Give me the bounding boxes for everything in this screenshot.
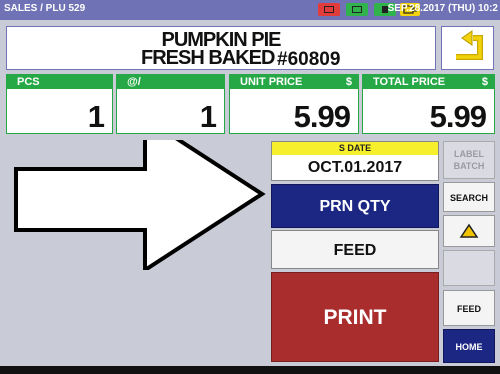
datetime-display: SEP.28.2017 (THU) 10:2 bbox=[387, 3, 498, 14]
sell-date-value: OCT.01.2017 bbox=[307, 159, 403, 176]
label-batch-line2: BATCH bbox=[453, 161, 485, 171]
total-price-value: 5.99 bbox=[429, 99, 487, 134]
unit-price-currency: $ bbox=[345, 76, 352, 88]
unit-price-header: UNIT PRICE $ bbox=[230, 75, 358, 89]
mode-label: SALES / PLU 529 bbox=[4, 3, 86, 14]
at-value: 1 bbox=[199, 99, 217, 134]
prn-qty-button[interactable]: PRN QTY bbox=[271, 184, 439, 228]
unit-price-value: 5.99 bbox=[293, 99, 351, 134]
bottom-bezel bbox=[0, 366, 500, 374]
print-button[interactable]: PRINT bbox=[271, 272, 439, 362]
label-batch-button[interactable]: LABEL BATCH bbox=[443, 141, 495, 179]
pcs-field-header: PCS bbox=[7, 75, 112, 89]
at-label: @/ bbox=[127, 76, 141, 88]
left-panel bbox=[6, 114, 268, 366]
blank-key[interactable] bbox=[443, 250, 495, 286]
total-price-currency: $ bbox=[481, 76, 488, 88]
home-button[interactable]: HOME bbox=[443, 329, 495, 363]
return-arrow-icon bbox=[456, 30, 483, 60]
search-button[interactable]: SEARCH bbox=[443, 182, 495, 212]
feed-side-button[interactable]: FEED bbox=[443, 290, 495, 326]
total-price-field: TOTAL PRICE $ 5.99 bbox=[362, 74, 495, 134]
item-name-line2: FRESH BAKED bbox=[141, 47, 275, 69]
status-bar: SALES / PLU 529 SEP.28.2017 (THU) 10:2 bbox=[0, 0, 500, 20]
up-triangle-icon bbox=[459, 223, 479, 238]
item-plu-number: #60809 bbox=[277, 49, 341, 70]
back-button[interactable] bbox=[441, 26, 494, 70]
green-status-indicator bbox=[346, 3, 368, 16]
unit-price-label: UNIT PRICE bbox=[240, 76, 303, 88]
unit-price-field[interactable]: UNIT PRICE $ 5.99 bbox=[229, 74, 359, 134]
label-batch-line1: LABEL bbox=[454, 149, 484, 159]
up-button[interactable] bbox=[443, 215, 495, 247]
at-field-header: @/ bbox=[117, 75, 224, 89]
scale-screen: SALES / PLU 529 SEP.28.2017 (THU) 10:2 P… bbox=[0, 0, 500, 374]
feed-button[interactable]: FEED bbox=[271, 230, 439, 269]
total-price-label: TOTAL PRICE bbox=[373, 76, 446, 88]
sell-date-label: S DATE bbox=[272, 142, 438, 155]
at-field[interactable]: @/ 1 bbox=[116, 74, 225, 134]
pcs-value: 1 bbox=[87, 99, 105, 134]
right-arrow-callout-icon bbox=[14, 114, 266, 274]
pcs-label: PCS bbox=[17, 76, 40, 88]
total-price-header: TOTAL PRICE $ bbox=[363, 75, 494, 89]
red-status-indicator bbox=[318, 3, 340, 16]
item-name-panel[interactable]: PUMPKIN PIE FRESH BAKED #60809 bbox=[6, 26, 436, 70]
pcs-field[interactable]: PCS 1 bbox=[6, 74, 113, 134]
sell-date-field[interactable]: S DATE OCT.01.2017 bbox=[271, 141, 439, 181]
